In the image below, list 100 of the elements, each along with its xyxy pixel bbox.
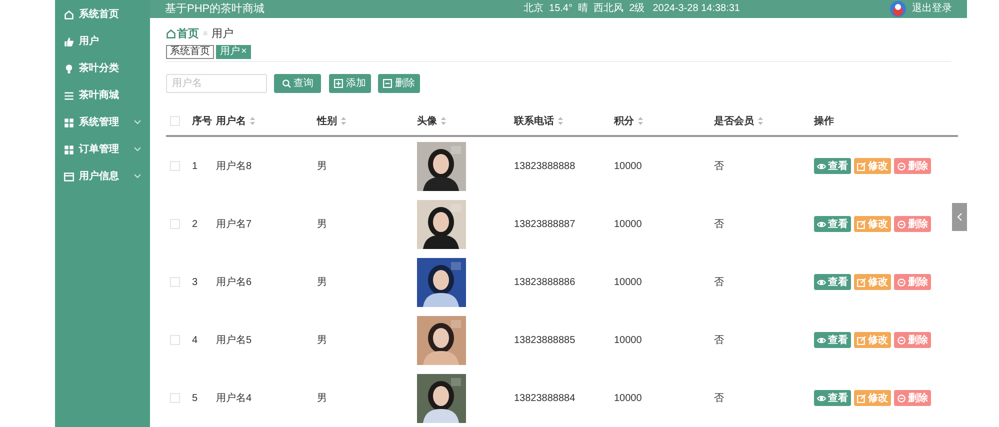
checkbox[interactable] bbox=[170, 393, 180, 403]
breadcrumb-separator: ≡ bbox=[203, 28, 208, 40]
sort-icon[interactable] bbox=[638, 117, 643, 125]
table-cell-text: 10000 bbox=[614, 160, 643, 174]
edit-icon bbox=[857, 220, 866, 228]
logout-link[interactable]: 退出登录 bbox=[912, 1, 952, 16]
table-cell-text: 男 bbox=[317, 392, 328, 406]
window-icon bbox=[64, 172, 74, 182]
view-button[interactable]: 查看 bbox=[814, 332, 851, 348]
plus-square-icon bbox=[334, 79, 343, 88]
eye-icon bbox=[817, 336, 826, 344]
weather-text: 北京 15.4° 晴 西北风 2级 bbox=[523, 2, 645, 16]
table-cell-text: 13823888885 bbox=[514, 334, 576, 348]
eye-icon bbox=[817, 394, 826, 402]
side-tab[interactable] bbox=[952, 203, 967, 231]
edit-button[interactable]: 修改 bbox=[854, 158, 891, 174]
table-cell-text: 13823888884 bbox=[514, 392, 576, 406]
checkbox[interactable] bbox=[170, 335, 180, 345]
edit-icon bbox=[857, 336, 866, 344]
table-cell-text: 否 bbox=[714, 276, 725, 290]
table-cell-text: 否 bbox=[714, 160, 725, 174]
delete-button[interactable]: 删除 bbox=[894, 332, 931, 348]
table-cell-text: 2 bbox=[192, 218, 199, 232]
table-cell-text: 13823888886 bbox=[514, 276, 576, 290]
menu-icon bbox=[64, 90, 74, 100]
column-header: 积分 bbox=[614, 114, 634, 128]
sidebar-item[interactable]: 订单管理 bbox=[55, 136, 150, 163]
table-cell-text: 10000 bbox=[614, 334, 643, 348]
delete-button[interactable]: 删除 bbox=[894, 390, 931, 406]
grid-icon bbox=[64, 118, 74, 128]
search-field[interactable]: 用户名 bbox=[166, 74, 267, 93]
table-cell-text: 13823888888 bbox=[514, 160, 576, 174]
column-header: 联系电话 bbox=[514, 114, 554, 128]
eye-icon bbox=[817, 220, 826, 228]
close-icon[interactable]: × bbox=[241, 46, 247, 57]
view-button[interactable]: 查看 bbox=[814, 390, 851, 406]
table-cell-text: 否 bbox=[714, 218, 725, 232]
delete-button[interactable]: 删除 bbox=[894, 158, 931, 174]
delete-circle-icon bbox=[897, 336, 906, 344]
table-cell-text: 用户名5 bbox=[216, 334, 253, 348]
table-cell-text: 4 bbox=[192, 334, 199, 348]
delete-circle-icon bbox=[897, 220, 906, 228]
delete-circle-icon bbox=[897, 394, 906, 402]
table-cell-text: 男 bbox=[317, 276, 328, 290]
sort-icon[interactable] bbox=[341, 117, 346, 125]
edit-button[interactable]: 修改 bbox=[854, 274, 891, 290]
table-cell-text: 10000 bbox=[614, 276, 643, 290]
tab[interactable]: 用户× bbox=[216, 45, 251, 59]
checkbox[interactable] bbox=[170, 219, 180, 229]
table-cell-text: 10000 bbox=[614, 392, 643, 406]
bulb-icon bbox=[64, 64, 74, 74]
sidebar-item[interactable]: 系统首页 bbox=[55, 1, 150, 28]
edit-icon bbox=[857, 278, 866, 286]
sidebar-item[interactable]: 茶叶分类 bbox=[55, 55, 150, 82]
delete-button[interactable]: 删除 bbox=[894, 216, 931, 232]
sort-icon[interactable] bbox=[250, 117, 255, 125]
sort-icon[interactable] bbox=[441, 117, 446, 125]
tab[interactable]: 系统首页 bbox=[166, 45, 214, 59]
thumbs-up-icon bbox=[64, 36, 74, 46]
column-header: 性别 bbox=[317, 114, 337, 128]
table-cell-text: 用户名6 bbox=[216, 276, 253, 290]
table-cell-text: 用户名8 bbox=[216, 160, 253, 174]
datetime-text: 2024-3-28 14:38:31 bbox=[652, 2, 740, 16]
delete-circle-icon bbox=[897, 278, 906, 286]
edit-button[interactable]: 修改 bbox=[854, 216, 891, 232]
edit-button[interactable]: 修改 bbox=[854, 390, 891, 406]
eye-icon bbox=[817, 162, 826, 170]
table-cell-text: 男 bbox=[317, 160, 328, 174]
delete-circle-icon bbox=[897, 162, 906, 170]
view-button[interactable]: 查看 bbox=[814, 216, 851, 232]
avatar-icon[interactable] bbox=[890, 0, 906, 17]
search-button[interactable]: 查询 bbox=[274, 74, 321, 93]
add-button[interactable]: 添加 bbox=[329, 74, 371, 93]
table-cell-text: 10000 bbox=[614, 218, 643, 232]
table-cell-text: 用户名4 bbox=[216, 392, 253, 406]
table-cell-text: 否 bbox=[714, 392, 725, 406]
sidebar-item[interactable]: 系统管理 bbox=[55, 109, 150, 136]
breadcrumb-link[interactable]: 首页 bbox=[177, 26, 199, 42]
view-button[interactable]: 查看 bbox=[814, 274, 851, 290]
delete-button[interactable]: 删除 bbox=[894, 274, 931, 290]
table-cell-text: 13823888887 bbox=[514, 218, 576, 232]
sidebar-item[interactable]: 茶叶商城 bbox=[55, 82, 150, 109]
breadcrumb-current: 用户 bbox=[212, 26, 234, 42]
column-header: 用户名 bbox=[216, 114, 246, 128]
search-icon bbox=[282, 79, 290, 88]
sort-icon[interactable] bbox=[558, 117, 563, 125]
checkbox[interactable] bbox=[170, 116, 180, 126]
view-button[interactable]: 查看 bbox=[814, 158, 851, 174]
edit-icon bbox=[857, 394, 866, 402]
sidebar-item[interactable]: 用户 bbox=[55, 28, 150, 55]
delete-button[interactable]: 删除 bbox=[378, 74, 420, 93]
grid-icon bbox=[64, 144, 74, 154]
chevron-left-icon bbox=[957, 213, 962, 221]
column-header: 序号 bbox=[192, 114, 212, 128]
checkbox[interactable] bbox=[170, 277, 180, 287]
edit-button[interactable]: 修改 bbox=[854, 332, 891, 348]
sidebar-item[interactable]: 用户信息 bbox=[55, 163, 150, 190]
table-cell-text: 1 bbox=[192, 160, 199, 174]
checkbox[interactable] bbox=[170, 161, 180, 171]
sort-icon[interactable] bbox=[758, 117, 763, 125]
